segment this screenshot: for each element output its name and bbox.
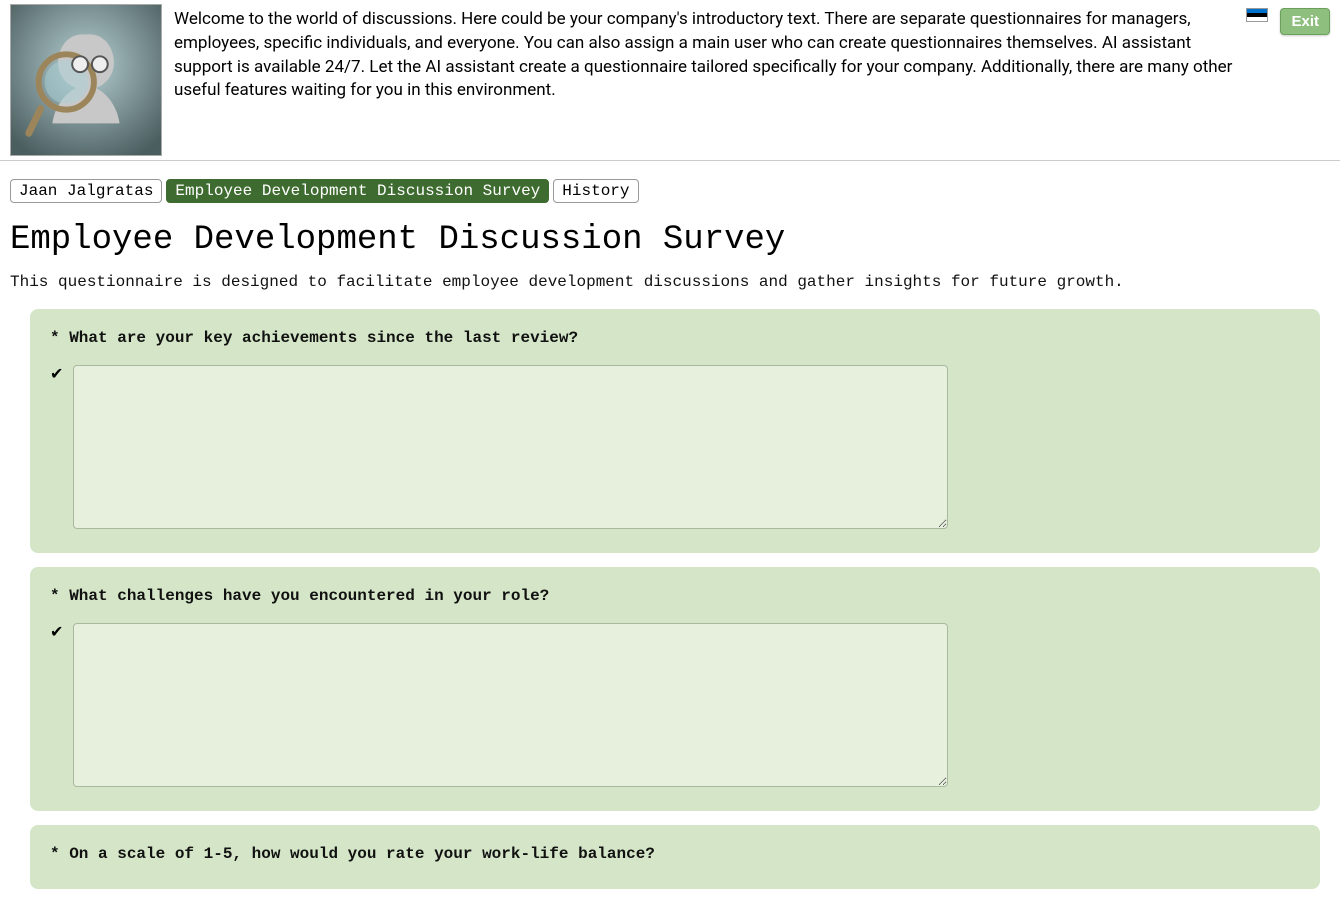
question-label: * On a scale of 1-5, how would you rate … bbox=[50, 845, 1296, 863]
header: Welcome to the world of discussions. Her… bbox=[0, 0, 1340, 161]
tab-survey[interactable]: Employee Development Discussion Survey bbox=[166, 179, 549, 203]
question-text: What are your key achievements since the… bbox=[69, 329, 578, 347]
question-block: * What challenges have you encountered i… bbox=[30, 567, 1320, 811]
avatar bbox=[10, 4, 162, 156]
question-block: * What are your key achievements since t… bbox=[30, 309, 1320, 553]
required-marker: * bbox=[50, 587, 69, 605]
intro-text: Welcome to the world of discussions. Her… bbox=[174, 4, 1234, 103]
estonia-flag-icon[interactable] bbox=[1246, 8, 1268, 22]
exit-button[interactable]: Exit bbox=[1280, 8, 1330, 35]
answer-input[interactable] bbox=[73, 623, 948, 787]
required-marker: * bbox=[50, 845, 69, 863]
question-text: What challenges have you encountered in … bbox=[69, 587, 549, 605]
page-description: This questionnaire is designed to facili… bbox=[10, 273, 1330, 291]
answer-input[interactable] bbox=[73, 365, 948, 529]
question-text: On a scale of 1-5, how would you rate yo… bbox=[69, 845, 655, 863]
tab-bar: Jaan Jalgratas Employee Development Disc… bbox=[0, 161, 1340, 203]
tab-user[interactable]: Jaan Jalgratas bbox=[10, 179, 162, 203]
required-marker: * bbox=[50, 329, 69, 347]
question-block: * On a scale of 1-5, how would you rate … bbox=[30, 825, 1320, 889]
tab-history[interactable]: History bbox=[553, 179, 638, 203]
question-label: * What are your key achievements since t… bbox=[50, 329, 1296, 347]
header-actions: Exit bbox=[1246, 4, 1330, 35]
check-icon: ✔ bbox=[50, 623, 63, 641]
question-label: * What challenges have you encountered i… bbox=[50, 587, 1296, 605]
check-icon: ✔ bbox=[50, 365, 63, 383]
page-title: Employee Development Discussion Survey bbox=[10, 221, 1330, 259]
